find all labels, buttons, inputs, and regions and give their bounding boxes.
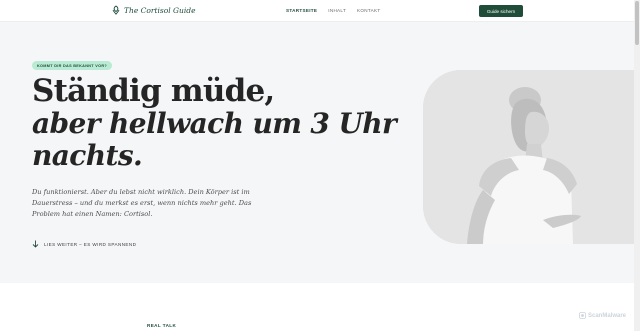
- watermark-text: ScanMalware: [588, 312, 627, 319]
- leaf-ornament-icon: [112, 5, 120, 15]
- hero-section: KOMMT DIR DAS BEKANNT VOR? Ständig müde,…: [0, 22, 634, 283]
- scanmalware-watermark: ScanMalware: [579, 312, 626, 319]
- guide-sichern-button[interactable]: Guide sichern: [479, 5, 523, 17]
- site-logo[interactable]: The Cortisol Guide: [112, 5, 196, 15]
- page-scrollbar[interactable]: [634, 0, 640, 331]
- logo-text: The Cortisol Guide: [124, 5, 196, 15]
- nav-item-kontakt[interactable]: KONTAKT: [357, 8, 380, 13]
- scanmalware-logo-icon: [579, 312, 586, 319]
- hero-headline: Ständig müde, aber hellwach um 3 Uhr nac…: [32, 73, 397, 172]
- arrow-down-icon: [32, 240, 39, 248]
- scrollbar-thumb[interactable]: [635, 1, 639, 45]
- woman-meditating-illustration: [423, 70, 634, 244]
- scroll-link-label: LIES WEITER – ES WIRD SPANNEND: [44, 241, 137, 247]
- main-nav: STARTSEITE INHALT KONTAKT: [286, 8, 381, 13]
- hero-badge: KOMMT DIR DAS BEKANNT VOR?: [32, 61, 113, 70]
- nav-item-startseite[interactable]: STARTSEITE: [286, 8, 317, 13]
- site-header: The Cortisol Guide STARTSEITE INHALT KON…: [0, 0, 634, 22]
- headline-line-3: nachts.: [32, 139, 143, 172]
- section-label-real-talk: REAL TALK: [147, 323, 177, 328]
- hero-lead-text: Du funktionierst. Aber du lebst nicht wi…: [32, 188, 252, 218]
- nav-item-inhalt[interactable]: INHALT: [328, 8, 346, 13]
- headline-line-1: Ständig müde,: [32, 73, 275, 109]
- headline-line-2: aber hellwach um 3 Uhr: [32, 107, 397, 140]
- scroll-down-link[interactable]: LIES WEITER – ES WIRD SPANNEND: [32, 240, 136, 248]
